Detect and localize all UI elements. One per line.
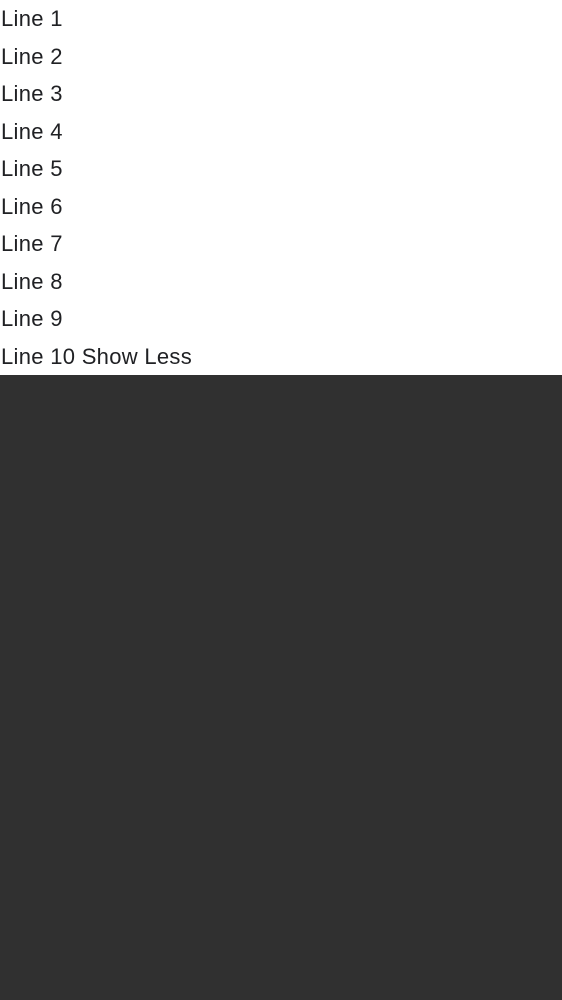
text-line-7: Line 7 <box>1 231 63 256</box>
text-line-6: Line 6 <box>1 193 63 219</box>
text-line-5: Line 5 <box>1 156 63 181</box>
text-line-8: Line 8 <box>1 268 63 294</box>
show-less-button[interactable]: Show Less <box>82 344 192 369</box>
expandable-text-panel: Line 1 Line 2 Line 3 Line 4 Line 5 Line … <box>0 0 562 375</box>
text-line-1: Line 1 <box>1 6 63 31</box>
text-line-4: Line 4 <box>1 118 63 144</box>
text-line-2: Line 2 <box>1 43 63 69</box>
text-line-3: Line 3 <box>1 81 63 106</box>
text-line-10: Line 10 <box>1 343 76 369</box>
empty-dark-area <box>0 375 562 1000</box>
text-line-10-row: Line 10 Show Less <box>1 338 192 376</box>
text-line-9: Line 9 <box>1 306 63 331</box>
